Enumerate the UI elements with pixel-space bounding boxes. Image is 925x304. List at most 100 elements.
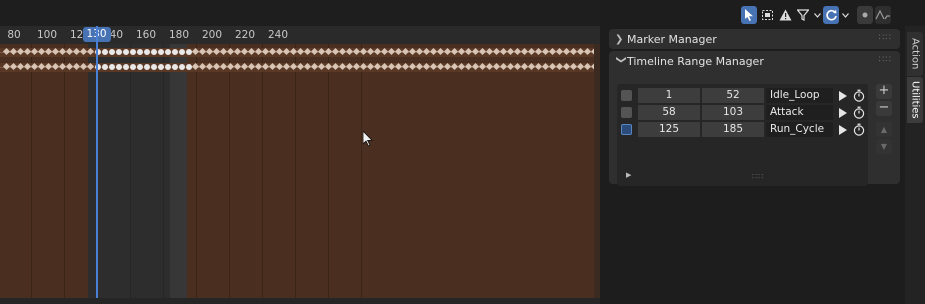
panel-drag-handle[interactable]: ∷∷ (879, 33, 892, 43)
range-row[interactable]: 58 103 Attack (621, 105, 867, 120)
curve-icon[interactable] (875, 6, 891, 24)
keyframe[interactable] (123, 64, 129, 70)
remove-range-button[interactable]: − (876, 101, 892, 116)
move-down-button[interactable]: ▼ (876, 139, 892, 154)
frame-grid-line (129, 44, 131, 304)
keyframe[interactable] (172, 64, 178, 70)
keyframe[interactable] (102, 64, 108, 70)
keyframe[interactable] (186, 49, 192, 55)
keyframe[interactable] (109, 49, 115, 55)
range-enabled-checkbox[interactable] (621, 124, 632, 135)
refresh-icon[interactable] (823, 6, 839, 24)
keyframe[interactable] (151, 49, 157, 55)
panel-header[interactable]: ❯ Timeline Range Manager (609, 51, 900, 71)
keyframe[interactable] (144, 64, 150, 70)
keyframe[interactable] (123, 49, 129, 55)
keyframe[interactable] (137, 49, 143, 55)
range-start-field[interactable]: 1 (638, 88, 700, 103)
keyframe[interactable] (158, 64, 164, 70)
stopwatch-icon[interactable] (851, 122, 866, 137)
box-select-icon[interactable] (759, 6, 775, 24)
keyframe[interactable] (109, 64, 115, 70)
move-up-button[interactable]: ▲ (876, 122, 892, 137)
select-cursor-icon[interactable] (741, 6, 757, 24)
frame-grid-line (294, 44, 296, 304)
keyframe[interactable] (186, 64, 192, 70)
keyframe-row-summary[interactable] (0, 47, 600, 57)
range-enabled-checkbox[interactable] (621, 90, 632, 101)
keyframe-row-channel[interactable] (0, 62, 600, 72)
dot-toggle-icon[interactable] (857, 6, 873, 24)
keyframe[interactable] (116, 64, 122, 70)
chevron-right-icon[interactable]: ❯ (615, 34, 627, 45)
keyframe[interactable] (179, 49, 185, 55)
range-row[interactable]: 125 185 Run_Cycle (621, 122, 867, 137)
stopwatch-icon[interactable] (851, 105, 866, 120)
keyframe[interactable] (86, 62, 95, 71)
sidebar-tabs: Action Utilities (905, 26, 925, 304)
vertical-scrollbar[interactable] (594, 44, 600, 298)
warning-icon[interactable] (777, 6, 793, 24)
chevron-down-icon[interactable]: ❯ (616, 55, 627, 67)
marker-manager-panel[interactable]: ❯ Marker Manager ∷∷ (609, 29, 900, 49)
tab-utilities[interactable]: Utilities (907, 77, 923, 123)
timeline-editor[interactable]: 80100120140160180200220240 130 (0, 0, 600, 304)
range-name-field[interactable]: Idle_Loop (766, 88, 833, 103)
panel-title[interactable]: Timeline Range Manager (627, 55, 764, 68)
keyframe[interactable] (158, 49, 164, 55)
playhead[interactable] (95, 26, 98, 304)
keyframe[interactable] (130, 64, 136, 70)
range-row[interactable]: 1 52 Idle_Loop (621, 88, 867, 103)
horizontal-scrollbar[interactable] (0, 298, 600, 304)
filter-icon[interactable] (795, 6, 811, 24)
keyframe[interactable] (165, 64, 171, 70)
chevron-down-icon[interactable] (841, 6, 849, 24)
add-range-button[interactable]: + (876, 84, 892, 99)
ruler-tick-label: 100 (36, 29, 58, 41)
keyframe[interactable] (137, 64, 143, 70)
panel-title[interactable]: Marker Manager (627, 33, 717, 46)
keyframe[interactable] (102, 49, 108, 55)
ruler-tick-label: 160 (135, 29, 157, 41)
ruler-tick-label: 180 (168, 29, 190, 41)
keyframe[interactable] (144, 49, 150, 55)
keyframe[interactable] (130, 49, 136, 55)
frame-grid-line (261, 44, 263, 304)
range-name-field[interactable]: Attack (766, 105, 833, 120)
play-icon[interactable] (835, 88, 850, 103)
mouse-cursor-icon (363, 131, 373, 147)
keyframe[interactable] (172, 49, 178, 55)
tab-action[interactable]: Action (907, 32, 923, 76)
ruler-tick-label: 240 (267, 29, 289, 41)
list-resize-handle[interactable]: ∷∷ (752, 172, 764, 181)
panel-drag-handle[interactable]: ∷∷ (879, 55, 892, 65)
timeline-header (0, 0, 600, 26)
range-start-field[interactable]: 58 (638, 105, 700, 120)
range-end-field[interactable]: 185 (702, 122, 764, 137)
keyframe[interactable] (86, 47, 95, 56)
play-icon[interactable] (835, 105, 850, 120)
keyframe[interactable] (165, 49, 171, 55)
frame-grid-line (228, 44, 230, 304)
keyframe[interactable] (151, 64, 157, 70)
range-enabled-checkbox[interactable] (621, 107, 632, 118)
keyframe[interactable] (179, 64, 185, 70)
range-end-field[interactable]: 52 (702, 88, 764, 103)
header-toolbar (741, 6, 891, 24)
sidebar: ❯ Marker Manager ∷∷ ❯ Timeline Range Man… (603, 26, 905, 304)
frame-grid-line (195, 44, 197, 304)
list-options-icon[interactable]: ▶ (626, 171, 631, 179)
range-list[interactable]: 1 52 Idle_Loop 58 103 Attack 125 185 Run_Cycle ▶… (617, 84, 868, 186)
ruler-tick-label: 200 (201, 29, 223, 41)
range-end-field[interactable]: 103 (702, 105, 764, 120)
range-end-edge[interactable] (170, 44, 188, 304)
ruler-tick-label: 80 (7, 29, 21, 41)
frame-ruler[interactable]: 80100120140160180200220240 130 (0, 26, 600, 44)
timeline-range-manager-panel: ❯ Timeline Range Manager ∷∷ 1 52 Idle_Loop… (609, 51, 900, 186)
range-name-field[interactable]: Run_Cycle (766, 122, 833, 137)
keyframe[interactable] (116, 49, 122, 55)
chevron-down-icon[interactable] (813, 6, 821, 24)
stopwatch-icon[interactable] (851, 88, 866, 103)
range-start-field[interactable]: 125 (638, 122, 700, 137)
play-icon[interactable] (835, 122, 850, 137)
